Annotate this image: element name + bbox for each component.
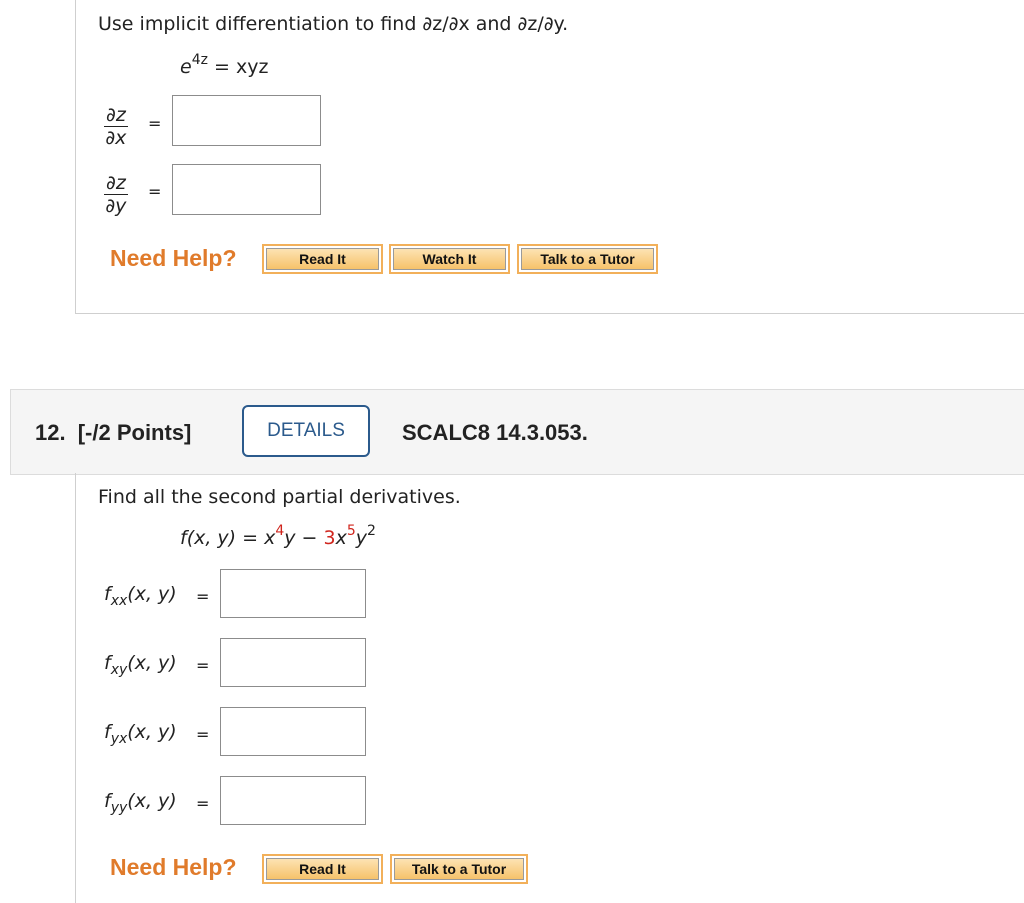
partial-f: f	[104, 721, 111, 743]
q11-equation: e4z = xyz	[180, 52, 269, 78]
talk-to-tutor-label: Talk to a Tutor	[521, 248, 654, 270]
function-lhs: f(x, y) = x	[180, 527, 276, 549]
dz-dx-fraction: ∂z ∂x	[104, 104, 128, 149]
dz-dy-fraction: ∂z ∂y	[104, 172, 128, 217]
function-exponent: 2	[367, 523, 376, 539]
details-button[interactable]: DETAILS	[242, 405, 370, 457]
equals-sign: =	[196, 725, 210, 744]
function-exponent: 4	[275, 523, 285, 539]
read-it-button[interactable]: Read It	[262, 854, 383, 884]
partial-args: (x, y)	[127, 652, 177, 674]
fraction-denominator: ∂y	[105, 195, 127, 217]
question-points: [-/2 Points]	[77, 420, 192, 445]
equals-sign: =	[196, 587, 210, 606]
fxx-answer-input[interactable]	[220, 569, 366, 618]
talk-to-tutor-label: Talk to a Tutor	[394, 858, 524, 880]
fxy-label: fxy(x, y)	[104, 652, 177, 678]
function-x: x	[335, 527, 347, 549]
need-help-label: Need Help?	[110, 245, 237, 271]
function-exponent: 5	[346, 523, 356, 539]
equals-sign: =	[196, 794, 210, 813]
eq-exponent: 4z	[191, 52, 208, 68]
fyy-answer-input[interactable]	[220, 776, 366, 825]
q12-instruction: Find all the second partial derivatives.	[98, 486, 461, 508]
function-y: y	[355, 527, 368, 549]
read-it-label: Read It	[266, 858, 379, 880]
partial-subscript: xx	[110, 593, 128, 609]
fxx-label: fxx(x, y)	[104, 583, 177, 609]
equals-sign: =	[148, 114, 162, 133]
fyx-label: fyx(x, y)	[104, 721, 177, 747]
eq-base: e	[180, 56, 192, 78]
fraction-denominator: ∂x	[105, 127, 127, 149]
partial-args: (x, y)	[127, 721, 177, 743]
question-number-text: 12.	[35, 420, 66, 445]
partial-subscript: yy	[110, 800, 128, 816]
partial-args: (x, y)	[127, 790, 177, 812]
function-middle: y −	[284, 527, 324, 549]
partial-subscript: xy	[110, 662, 128, 678]
talk-to-tutor-button[interactable]: Talk to a Tutor	[517, 244, 658, 274]
fxy-answer-input[interactable]	[220, 638, 366, 687]
partial-f: f	[104, 790, 111, 812]
question-number: 12. [-/2 Points]	[35, 420, 191, 446]
read-it-label: Read It	[266, 248, 379, 270]
talk-to-tutor-button[interactable]: Talk to a Tutor	[390, 854, 528, 884]
dz-dy-answer-input[interactable]	[172, 164, 321, 215]
eq-rhs: = xyz	[214, 56, 269, 78]
fyy-label: fyy(x, y)	[104, 790, 177, 816]
watch-it-button[interactable]: Watch It	[389, 244, 510, 274]
partial-f: f	[104, 583, 111, 605]
partial-f: f	[104, 652, 111, 674]
q11-instruction: Use implicit differentiation to find ∂z/…	[98, 13, 569, 35]
need-help-label: Need Help?	[110, 854, 237, 880]
q12-function: f(x, y) = x4y − 3x5y2	[180, 523, 376, 549]
equals-sign: =	[148, 182, 162, 201]
fyx-answer-input[interactable]	[220, 707, 366, 756]
equals-sign: =	[196, 656, 210, 675]
dz-dx-answer-input[interactable]	[172, 95, 321, 146]
fraction-numerator: ∂z	[104, 104, 128, 127]
watch-it-label: Watch It	[393, 248, 506, 270]
question-code: SCALC8 14.3.053.	[402, 420, 588, 445]
fraction-numerator: ∂z	[104, 172, 128, 195]
function-coefficient: 3	[323, 527, 336, 549]
partial-args: (x, y)	[127, 583, 177, 605]
read-it-button[interactable]: Read It	[262, 244, 383, 274]
partial-subscript: yx	[110, 731, 128, 747]
